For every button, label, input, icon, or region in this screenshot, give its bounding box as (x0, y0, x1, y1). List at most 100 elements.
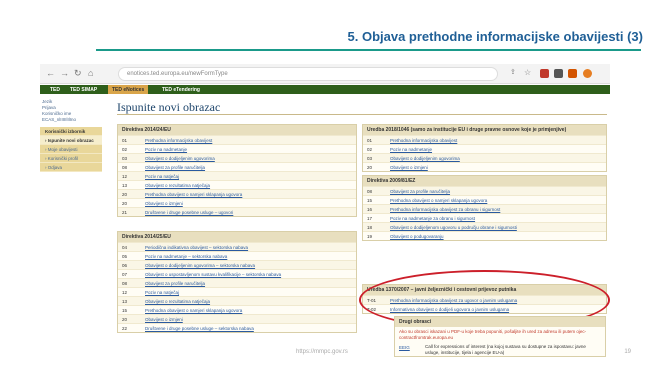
table-row: 06 Obavijest o dodijeljenim ugovorima – s… (118, 260, 356, 269)
form-code: 20 (122, 201, 128, 206)
form-code: 07 (122, 272, 128, 277)
form-link[interactable]: Prethodna informacijska obavijest (390, 138, 457, 143)
form-link[interactable]: Obavijest o izmjeni (145, 201, 183, 206)
heading-divider (117, 114, 607, 115)
form-link[interactable]: Poziv na nadmetanje (145, 147, 187, 152)
form-link[interactable]: Poziv na natječaj (145, 290, 179, 295)
tab-ted[interactable]: TED (46, 85, 64, 94)
form-code: 22 (122, 326, 128, 331)
form-code-link[interactable]: EEIG (399, 345, 410, 350)
page-title: Ispunite novi obrazac (117, 100, 221, 114)
form-link[interactable]: Obavijest o uspostavljenom sustavu kvali… (145, 272, 281, 277)
form-link[interactable]: Prethodna informacijska obavijest za obr… (390, 207, 500, 212)
form-link[interactable]: Poziv na nadmetanje – sektorska nabava (145, 254, 227, 259)
form-link[interactable]: Obavijest o dodijeljenim ugovorima (145, 156, 215, 161)
form-code: 20 (122, 317, 128, 322)
form-link[interactable]: Poziv na natječaj (145, 174, 179, 179)
form-code: 20 (367, 165, 373, 170)
form-link[interactable]: Obavijest o dodijeljenom ugovoru u podru… (390, 225, 517, 230)
table-row: 03 Obavijest o dodijeljenim ugovorima (363, 153, 606, 162)
table-row: 18 Obavijest o dodijeljenom ugovoru u pod… (363, 222, 606, 231)
tab-ted-etendering[interactable]: TED eTendering (158, 85, 204, 94)
form-code: 18 (367, 225, 373, 230)
table-row: 15 Prethodna obavijest o namjeri sklapanj… (363, 195, 606, 204)
form-link[interactable]: Prethodna informacijska obavijest (145, 138, 212, 143)
table-row: 20 Obavijest o izmjeni (118, 314, 356, 323)
extension-orange-icon[interactable] (568, 69, 577, 78)
form-link[interactable]: Obavijest o dodijeljenim ugovorima (390, 156, 460, 161)
table-row: 01 Prethodna informacijska obavijest (363, 135, 606, 144)
form-link[interactable]: Poziv na nadmetanje za obranu i sigurnos… (390, 216, 475, 221)
form-link[interactable]: Obavijest o podugovaranju (390, 234, 444, 239)
sidebar-item-profile[interactable]: › Korisnički profil (40, 154, 102, 163)
back-icon[interactable]: ← (46, 68, 55, 78)
table-row: 16 Prethodna informacijska obavijest za o… (363, 204, 606, 213)
tab-ted-enotices[interactable]: TED eNotices (108, 85, 149, 94)
reload-icon[interactable]: ↻ (74, 68, 82, 79)
form-link[interactable]: Obavijest o izmjeni (145, 317, 183, 322)
form-link[interactable]: Društvene i druge posebne usluge – ugovo… (145, 210, 233, 215)
forward-icon[interactable]: → (60, 68, 69, 78)
form-link[interactable]: Poziv na nadmetanje (390, 147, 432, 152)
home-icon[interactable]: ⌂ (88, 68, 93, 78)
table-row: 13 Obavijest o rezultatima natječaja (118, 180, 356, 189)
table-row: 02 Poziv na nadmetanje (363, 144, 606, 153)
other-forms-note: Ako su obrasci iskazani u PDF-u koje tre… (399, 329, 587, 340)
tab-ted-simap[interactable]: TED SIMAP (66, 85, 101, 94)
form-link[interactable]: Obavijest za profile naručitelja (145, 165, 205, 170)
table-row: 03 Obavijest o dodijeljenim ugovorima (118, 153, 356, 162)
panel-title: Uredba 2018/1046 (samo za institucije EU… (363, 125, 606, 135)
address-bar[interactable]: enotices.ted.europa.eu/newFormType (118, 67, 498, 81)
slide-title: 5. Objava prethodne informacijske obavij… (347, 29, 643, 44)
form-code: 08 (367, 189, 373, 194)
profile-icon[interactable] (583, 69, 592, 78)
table-row: 08 Obavijest za profile naručitelja (363, 186, 606, 195)
form-code: 21 (122, 210, 128, 215)
form-code: 13 (122, 183, 128, 188)
browser-toolbar: ← → ↻ ⌂ enotices.ted.europa.eu/newFormTy… (40, 64, 610, 84)
panel-directive-2009: Direktiva 2009/81/EZ 08 Obavijest za prof… (362, 175, 607, 241)
table-row: 12 Poziv na natječaj (118, 171, 356, 180)
form-link[interactable]: Obavijest o rezultatima natječaja (145, 183, 210, 188)
form-code: 15 (122, 308, 128, 313)
table-row: 08 Obavijest za profile naručitelja (118, 162, 356, 171)
title-divider (96, 49, 641, 51)
form-code: 01 (122, 138, 128, 143)
form-link[interactable]: Obavijest o dodijeljenim ugovorima – sek… (145, 263, 255, 268)
app-navigation: TED TED SIMAP TED eNotices TED eTenderin… (40, 85, 610, 94)
table-row: 20 Obavijest o izmjeni (118, 198, 356, 207)
table-row: 04 Periodična indikativna obavijest – sek… (118, 242, 356, 251)
panel-other-forms: Drugi obrasci Ako su obrasci iskazani u … (394, 316, 606, 357)
sidebar-item-my-notices[interactable]: › Moje obavijesti (40, 145, 102, 154)
form-code: 19 (367, 234, 373, 239)
form-code: 04 (122, 245, 128, 250)
sidebar-item-logout[interactable]: › Odjava (40, 163, 102, 172)
form-link[interactable]: Prethodna obavijest o namjeri sklapanja … (390, 198, 487, 203)
table-row: 12 Poziv na natječaj (118, 287, 356, 296)
extension-red-icon[interactable] (540, 69, 549, 78)
form-code: 06 (122, 263, 128, 268)
sidebar-item-new-form[interactable]: › Ispunite novi obrazac (40, 136, 102, 145)
form-link[interactable]: Periodična indikativna obavijest – sekto… (145, 245, 248, 250)
form-link[interactable]: Obavijest o rezultatima natječaja (145, 299, 210, 304)
table-row: 20 Obavijest o izmjeni (363, 162, 606, 171)
form-link[interactable]: Prethodna obavijest o namjeri sklapanja … (145, 308, 242, 313)
share-icon[interactable]: ⇪ (510, 68, 516, 76)
panel-title: Direktiva 2009/81/EZ (363, 176, 606, 186)
panel-directive-2014-24: Direktiva 2014/24/EU 01 Prethodna informa… (117, 124, 357, 217)
username-value: ECAS_nlIIIIIlIlIno (42, 117, 77, 122)
form-code: 17 (367, 216, 373, 221)
panel-regulation-2018: Uredba 2018/1046 (samo za institucije EU… (362, 124, 607, 172)
bookmark-star-icon[interactable]: ☆ (524, 68, 531, 77)
sidebar-user-info: Jezik Prijava Korisničko ime ECAS_nlIIII… (40, 96, 104, 123)
extension-dark-icon[interactable] (554, 69, 563, 78)
form-link[interactable]: Obavijest o izmjeni (390, 165, 428, 170)
form-link[interactable]: Obavijest za profile naručitelja (145, 281, 205, 286)
sidebar-menu: Korisnički izbornik › Ispunite novi obra… (40, 127, 102, 172)
table-row: 22 Društvene i druge posebne usluge – sek… (118, 323, 356, 332)
form-link[interactable]: Društvene i druge posebne usluge – sekto… (145, 326, 254, 331)
form-link[interactable]: Obavijest za profile naručitelja (390, 189, 450, 194)
table-row: 05 Poziv na nadmetanje – sektorska nabava (118, 251, 356, 260)
form-code: 03 (122, 156, 128, 161)
form-link[interactable]: Prethodna obavijest o namjeri sklapanja … (145, 192, 242, 197)
